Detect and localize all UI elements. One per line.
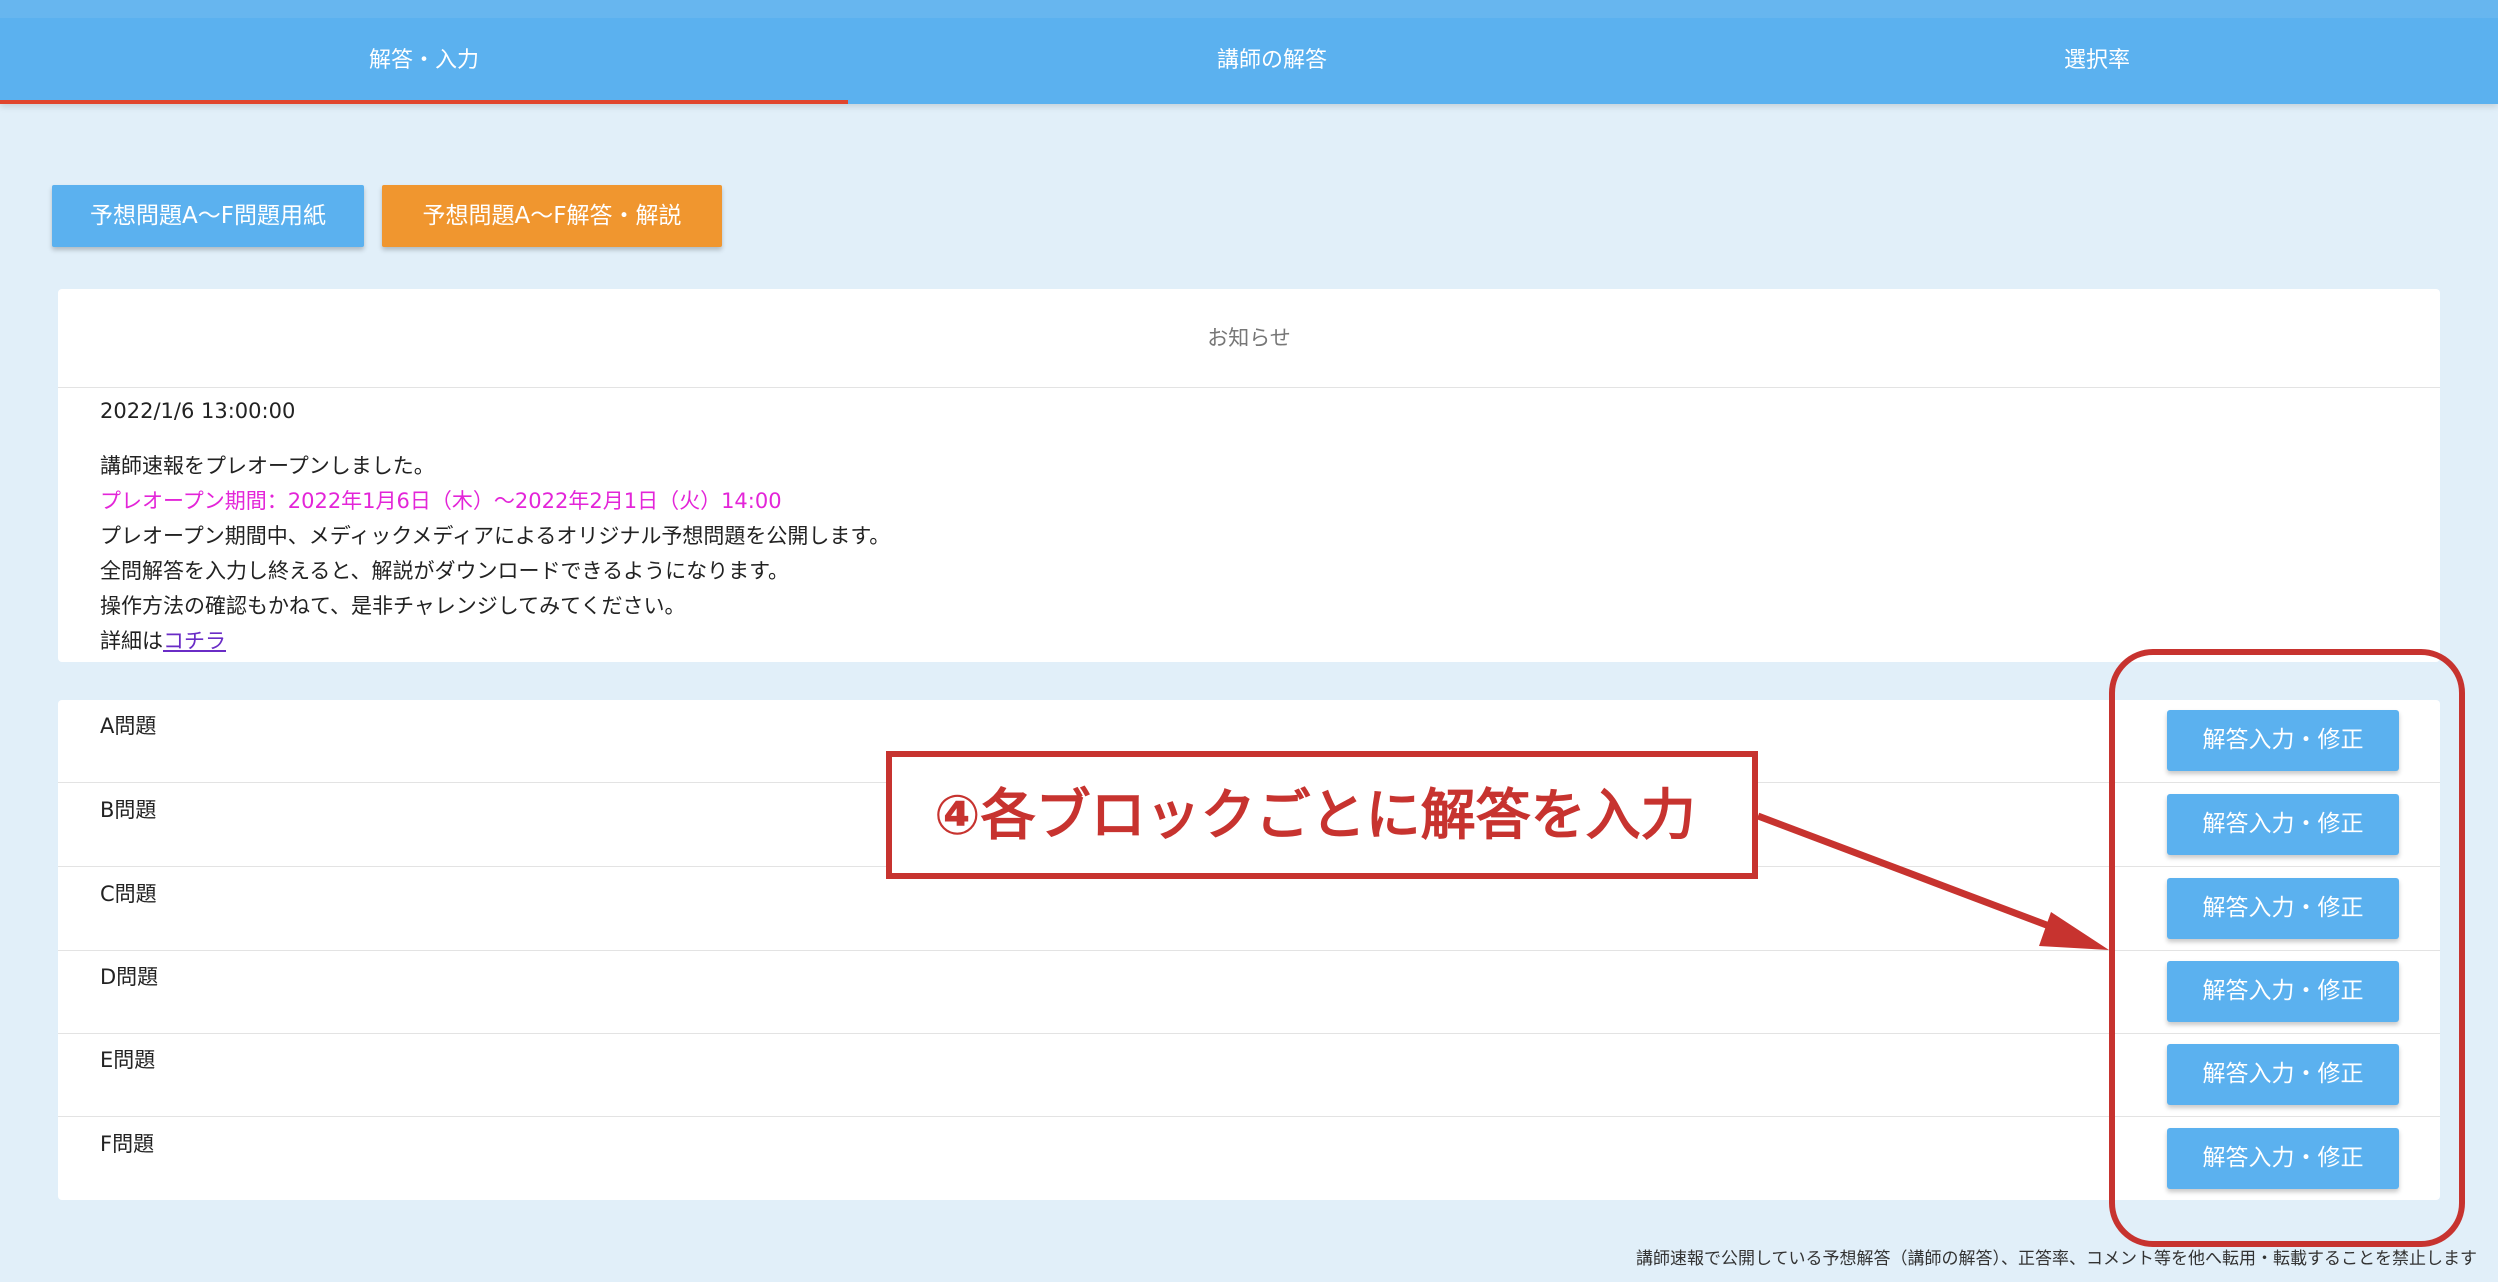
notice-line-3: プレオープン期間中、メディックメディアによるオリジナル予想問題を公開します。 xyxy=(100,524,891,548)
notice-line-1: 講師速報をプレオープンしました。 xyxy=(100,454,435,478)
problem-label: E問題 xyxy=(100,1048,156,1072)
answer-explanation-button[interactable]: 予想問題A〜F解答・解説 xyxy=(382,185,722,247)
problem-row-d: D問題 解答入力・修正 xyxy=(58,951,2440,1034)
problem-label: A問題 xyxy=(100,714,157,738)
tab-instructor-answer[interactable]: 講師の解答 xyxy=(848,18,1696,104)
problem-label: F問題 xyxy=(100,1132,155,1156)
notice-line-5: 操作方法の確認もかねて、是非チャレンジしてみてください。 xyxy=(100,594,686,618)
tab-answer-input[interactable]: 解答・入力 xyxy=(0,18,848,104)
problem-label: B問題 xyxy=(100,798,157,822)
notice-body: 2022/1/6 13:00:00 講師速報をプレオープンしました。 プレオープ… xyxy=(58,388,2440,659)
footer-notice: 講師速報で公開している予想解答（講師の解答）、正答率、コメント等を他へ転用・転載… xyxy=(1636,1249,2477,1269)
problem-row-c: C問題 解答入力・修正 xyxy=(58,868,2440,951)
tab-selection-rate[interactable]: 選択率 xyxy=(1696,18,2498,104)
problem-row-f: F問題 解答入力・修正 xyxy=(58,1118,2440,1201)
notice-panel: お知らせ 2022/1/6 13:00:00 講師速報をプレオープンしました。 … xyxy=(58,289,2440,662)
question-sheet-button[interactable]: 予想問題A〜F問題用紙 xyxy=(52,185,364,247)
notice-period: プレオープン期間：2022年1月6日（木）〜2022年2月1日（火）14:00 xyxy=(100,489,782,513)
notice-line-6: 詳細はコチラ xyxy=(100,624,2440,659)
notice-title: お知らせ xyxy=(58,289,2440,388)
problem-row-e: E問題 解答入力・修正 xyxy=(58,1034,2440,1117)
tab-bar: 解答・入力 講師の解答 選択率 xyxy=(0,0,2498,104)
annotation-callout: ④各ブロックごとに解答を入力 xyxy=(886,751,1758,879)
notice-detail-link[interactable]: コチラ xyxy=(163,629,226,653)
highlight-frame xyxy=(2109,649,2465,1247)
notice-line-4: 全問解答を入力し終えると、解説がダウンロードできるようになります。 xyxy=(100,559,790,583)
notice-detail-prefix: 詳細は xyxy=(100,629,163,653)
notice-date: 2022/1/6 13:00:00 xyxy=(100,399,296,423)
problem-label: D問題 xyxy=(100,965,159,989)
problem-label: C問題 xyxy=(100,882,157,906)
